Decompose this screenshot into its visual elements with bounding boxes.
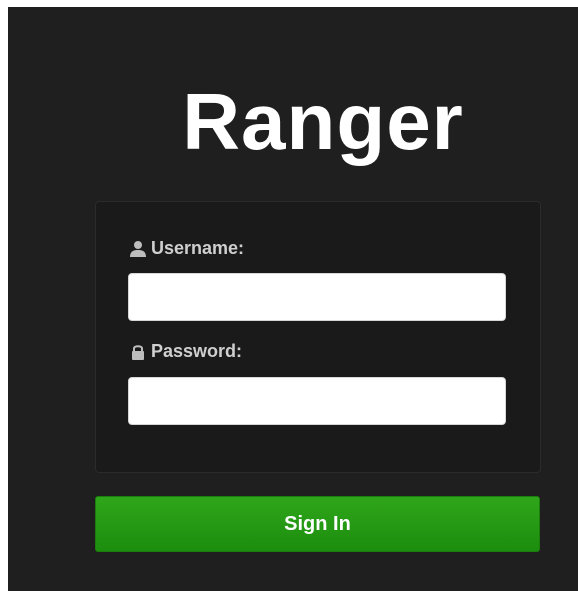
password-input[interactable] [128, 377, 506, 425]
user-icon [129, 240, 147, 258]
username-label-text: Username: [151, 238, 245, 258]
app-logo: Ranger [182, 77, 464, 166]
sign-in-button[interactable]: Sign In [95, 496, 540, 552]
lock-icon [129, 343, 147, 361]
password-label-text: Password: [151, 341, 243, 361]
username-input[interactable] [128, 273, 506, 321]
username-label: Username: [129, 238, 244, 259]
login-window: Ranger Username: Password: Sign In [8, 7, 578, 591]
password-label: Password: [129, 341, 242, 362]
login-form-panel: Username: Password: [95, 201, 541, 473]
